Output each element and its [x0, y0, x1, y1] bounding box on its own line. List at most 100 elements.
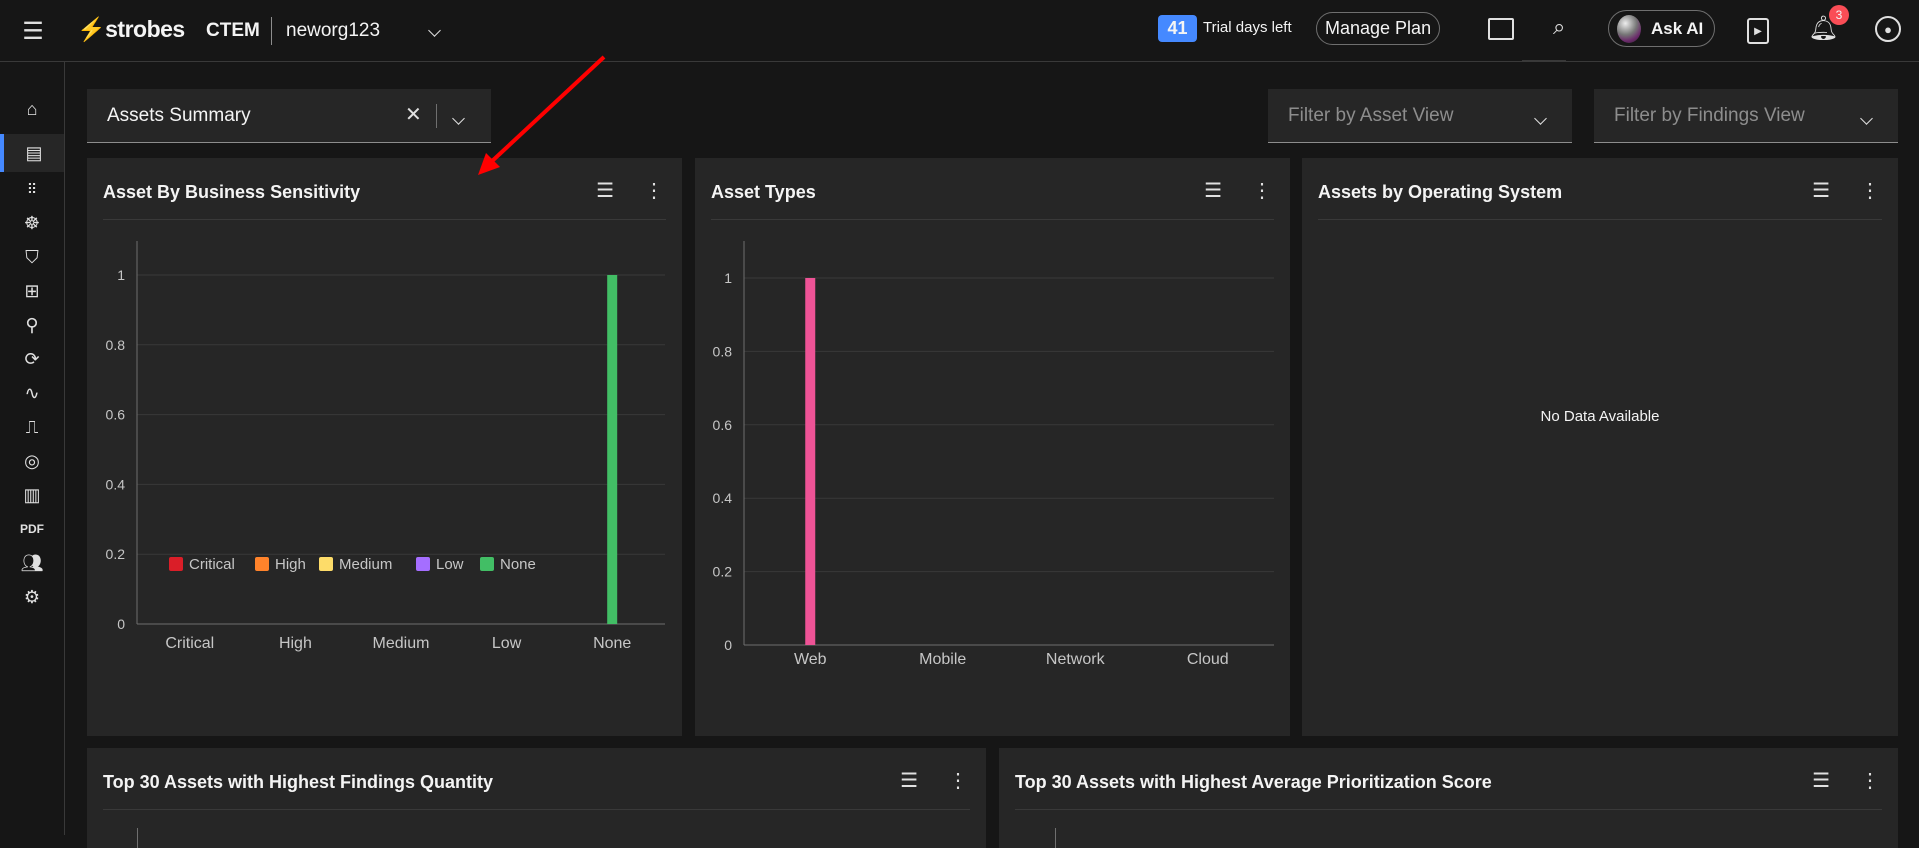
legend-swatch-medium	[319, 557, 333, 571]
chevron-down-icon[interactable]	[452, 107, 465, 129]
divider	[103, 809, 970, 810]
x-tick-label: Medium	[373, 635, 430, 652]
sidebar-item-automation[interactable]: ⟳	[0, 340, 64, 378]
divider	[1015, 809, 1882, 810]
y-tick-label: 0.2	[106, 546, 126, 562]
sidebar-item-users[interactable]: 👥︎	[0, 544, 64, 582]
gear-icon: ⚙	[23, 586, 41, 607]
panel-asset-types: Asset Types ☰ ⋮ 0 0.2 0.4 0.6 0.8 1 Web Mobile Ne…	[695, 158, 1290, 736]
pdf-icon: PDF	[20, 522, 44, 536]
bug-icon: ☸	[23, 212, 41, 233]
y-tick-label: 0	[724, 637, 732, 653]
sidebar: ⌂ ▤ ⠿ ☸ ⛉ ⊞ ⚲ ⟳ ∿ ⎍ ◎ ▥ PDF 👥︎ ⚙	[0, 62, 65, 835]
asset-view-placeholder: Filter by Asset View	[1288, 104, 1454, 126]
panel-title: Top 30 Assets with Highest Average Prior…	[1015, 772, 1492, 792]
legend-swatch-high	[255, 557, 269, 571]
list-view-icon[interactable]: ☰	[1812, 768, 1830, 793]
y-tick-label: 0.4	[106, 476, 126, 492]
org-chevron-down-icon[interactable]	[428, 22, 441, 40]
sidebar-item-tables[interactable]: ⊞	[0, 272, 64, 310]
no-data-message: No Data Available	[1540, 408, 1660, 425]
tables-icon: ⊞	[24, 280, 40, 301]
legend-label: Low	[436, 556, 464, 573]
trial-days-badge: 41	[1158, 15, 1197, 42]
sidebar-item-security[interactable]: ⛉	[0, 238, 64, 276]
panel-title: Top 30 Assets with Highest Findings Quan…	[103, 772, 494, 792]
chevron-down-icon[interactable]	[1534, 107, 1547, 129]
x-tick-label: Critical	[165, 635, 214, 652]
dashboard-select[interactable]: Assets Summary ✕	[87, 89, 491, 143]
dashboard-icon: ▤	[25, 142, 43, 163]
search-icon[interactable]: ⌕	[1553, 14, 1565, 40]
hamburger-menu-icon[interactable]: ☰	[18, 18, 48, 45]
overflow-menu-icon[interactable]: ⋮	[1860, 178, 1880, 203]
panel-operating-system: Assets by Operating System ☰ ⋮ No Data Av…	[1302, 158, 1898, 736]
legend-swatch-low	[416, 557, 430, 571]
list-view-icon[interactable]: ☰	[900, 768, 918, 793]
x-tick-label: Network	[1046, 651, 1106, 668]
x-tick-label: Low	[492, 635, 522, 652]
home-icon: ⌂	[26, 98, 38, 119]
divider	[436, 104, 437, 128]
sidebar-item-activity[interactable]: ∿	[0, 374, 64, 412]
ask-ai-button[interactable]: Ask AI	[1608, 10, 1715, 47]
legend-label: High	[275, 556, 306, 573]
apps-grid-icon: ⠿	[26, 180, 38, 197]
y-tick-label: 1	[724, 270, 732, 286]
legend-label: Medium	[339, 556, 392, 573]
y-axis	[137, 828, 138, 848]
ask-ai-label: Ask AI	[1651, 18, 1704, 38]
divider	[271, 17, 272, 45]
findings-view-filter[interactable]: Filter by Findings View	[1594, 89, 1898, 143]
y-tick-label: 0.6	[106, 407, 126, 423]
users-icon: 👥︎	[20, 552, 44, 573]
bar-none	[607, 275, 618, 624]
sidebar-item-apps[interactable]: ⠿	[0, 170, 64, 208]
sidebar-item-hierarchy[interactable]: ⚲	[0, 306, 64, 344]
search-underline	[1522, 60, 1566, 62]
y-tick-label: 0.8	[713, 343, 733, 359]
trial-days-label: Trial days left	[1203, 19, 1292, 36]
divider	[1318, 219, 1882, 220]
scheduled-report-icon[interactable]: ▶	[1747, 18, 1769, 44]
overflow-menu-icon[interactable]: ⋮	[1860, 768, 1880, 793]
user-profile-icon[interactable]: ●	[1875, 16, 1901, 42]
legend-swatch-critical	[169, 557, 183, 571]
hierarchy-icon: ⚲	[25, 314, 39, 335]
legend-swatch-none	[480, 557, 494, 571]
chevron-down-icon[interactable]	[1860, 107, 1873, 129]
notification-count-badge: 3	[1829, 5, 1849, 25]
sidebar-item-reports[interactable]: ▥	[0, 476, 64, 514]
manage-plan-button[interactable]: Manage Plan	[1316, 12, 1441, 45]
brand-logo[interactable]: ⚡strobes	[77, 16, 185, 43]
billing-card-icon[interactable]	[1488, 18, 1514, 40]
y-tick-label: 1	[117, 267, 125, 283]
sensitivity-bar-chart: 0 0.2 0.4 0.6 0.8 1 Critical High Medium Low None C…	[106, 241, 665, 652]
asset-types-bar-chart: 0 0.2 0.4 0.6 0.8 1 Web Mobile Network Cloud	[713, 241, 1274, 668]
report-icon: ▥	[23, 484, 41, 505]
sidebar-item-dashboard[interactable]: ▤	[0, 134, 64, 172]
asset-view-filter[interactable]: Filter by Asset View	[1268, 89, 1572, 143]
panel-business-sensitivity: Asset By Business Sensitivity ☰ ⋮ 0 0.2 0.4…	[87, 158, 682, 736]
overflow-menu-icon[interactable]: ⋮	[948, 768, 968, 793]
panel-top-score: Top 30 Assets with Highest Average Prior…	[999, 748, 1898, 848]
sidebar-item-tickets[interactable]: ⎍	[0, 408, 64, 446]
sidebar-item-home[interactable]: ⌂	[0, 90, 64, 128]
sidebar-item-eye-shield[interactable]: ◎	[0, 442, 64, 480]
panel-title: Assets by Operating System	[1318, 182, 1563, 202]
shield-check-icon: ⛉	[25, 246, 39, 267]
sidebar-item-findings[interactable]: ☸	[0, 204, 64, 242]
eye-shield-icon: ◎	[24, 450, 40, 471]
x-tick-label: None	[593, 635, 631, 652]
sidebar-item-settings[interactable]: ⚙	[0, 578, 64, 616]
org-name[interactable]: neworg123	[286, 20, 380, 42]
dashboard-select-value: Assets Summary	[107, 104, 251, 126]
clear-selection-icon[interactable]: ✕	[405, 102, 422, 127]
ai-orb-icon	[1617, 14, 1641, 43]
sidebar-item-pdf[interactable]: PDF	[0, 510, 64, 548]
x-tick-label: Cloud	[1187, 651, 1229, 668]
panel-top-findings: Top 30 Assets with Highest Findings Quan…	[87, 748, 986, 848]
list-view-icon[interactable]: ☰	[1812, 178, 1830, 203]
findings-view-placeholder: Filter by Findings View	[1614, 104, 1805, 126]
x-tick-label: High	[279, 635, 312, 652]
